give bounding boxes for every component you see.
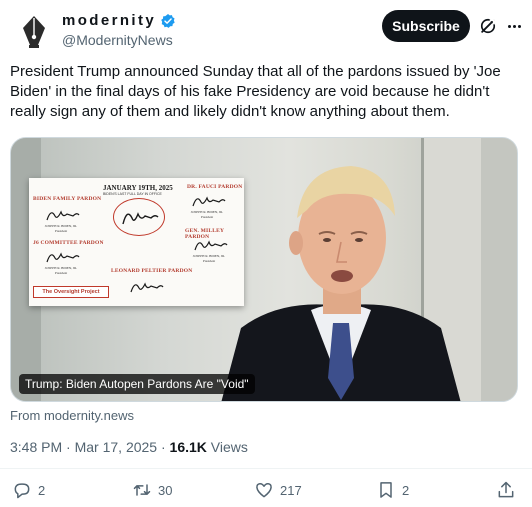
heart-icon <box>256 482 272 498</box>
pen-nib-logo-icon <box>23 16 45 48</box>
retweet-icon <box>133 484 151 496</box>
video-caption: Trump: Biden Autopen Pardons Are "Void" <box>19 374 255 394</box>
like-count: 217 <box>280 482 302 498</box>
link-source[interactable]: From modernity.news <box>10 408 134 423</box>
signature-2 <box>192 196 226 207</box>
more-icon[interactable] <box>504 16 524 36</box>
signer-name-1: JOSEPH R. BIDEN, JR. <box>44 224 78 228</box>
signer-title-1: President <box>54 229 68 233</box>
signer-title-4: President <box>202 259 216 263</box>
subscribe-button[interactable]: Subscribe <box>382 10 470 42</box>
share-icon <box>498 481 514 498</box>
grok-icon[interactable] <box>478 16 498 36</box>
bookmark-button[interactable]: 2 <box>376 480 409 500</box>
views-label: Views <box>210 439 248 455</box>
signature-4 <box>194 240 228 251</box>
label-peltier: LEONARD PELTIER PARDON <box>111 268 193 274</box>
label-j6-committee: J6 COMMITTEE PARDON <box>33 240 104 246</box>
document-date: JANUARY 19TH, 2025 <box>103 184 173 192</box>
views-count[interactable]: 16.1K <box>170 439 207 455</box>
signer-name-3: JOSEPH R. BIDEN, JR. <box>44 266 78 270</box>
display-name[interactable]: modernity <box>62 12 156 29</box>
tweet-header: modernity @ModernityNews Subscribe <box>10 10 524 52</box>
pardon-document-image: JANUARY 19TH, 2025 BIDEN'S LAST FULL DAY… <box>29 178 244 306</box>
signature-5 <box>130 282 164 293</box>
retweet-count: 30 <box>158 482 173 498</box>
signer-title-3: President <box>54 271 68 275</box>
reply-count: 2 <box>38 482 46 498</box>
signature-3 <box>46 252 80 263</box>
tweet-time[interactable]: 3:48 PM <box>10 439 62 455</box>
signature-highlighted <box>122 212 159 225</box>
document-subtitle: BIDEN'S LAST FULL DAY IN OFFICE <box>103 192 162 196</box>
tweet-date[interactable]: Mar 17, 2025 <box>75 439 158 455</box>
meta-separator-2: · <box>160 439 166 455</box>
avatar[interactable] <box>14 12 54 52</box>
signer-title-2: President <box>200 215 214 219</box>
meta-separator-1: · <box>66 439 71 455</box>
label-fauci: DR. FAUCI PARDON <box>187 184 243 190</box>
share-button[interactable] <box>496 480 516 500</box>
action-bar: 2 30 217 2 <box>10 480 518 502</box>
like-button[interactable]: 217 <box>254 480 302 500</box>
retweet-button[interactable]: 30 <box>132 480 172 500</box>
reply-button[interactable]: 2 <box>12 480 45 500</box>
tweet-media-video[interactable]: JANUARY 19TH, 2025 BIDEN'S LAST FULL DAY… <box>10 137 518 402</box>
author-name-row[interactable]: modernity <box>62 12 176 29</box>
oversight-project-label: The Oversight Project <box>33 286 109 298</box>
bookmark-icon <box>380 482 392 498</box>
signature-1 <box>46 210 80 221</box>
tweet-text: President Trump announced Sunday that al… <box>10 63 501 120</box>
signer-name-2: JOSEPH R. BIDEN, JR. <box>190 210 224 214</box>
speaker-photo <box>221 166 461 401</box>
verified-badge-icon <box>161 13 175 28</box>
author-handle[interactable]: @ModernityNews <box>62 32 173 48</box>
tweet-meta: 3:48 PM · Mar 17, 2025 · 16.1K Views <box>10 439 248 455</box>
divider <box>0 468 532 469</box>
bookmark-count: 2 <box>402 482 410 498</box>
signer-name-4: JOSEPH R. BIDEN, JR. <box>192 254 226 258</box>
label-biden-family: BIDEN FAMILY PARDON <box>33 196 102 202</box>
media-door-edge <box>481 138 517 401</box>
reply-icon <box>14 483 30 499</box>
